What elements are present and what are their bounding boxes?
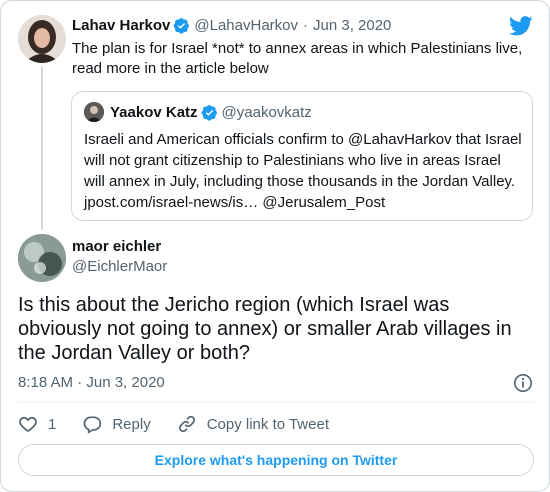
embedded-tweet-card: Lahav Harkov @LahavHarkov · Jun 3, 2020 … — [0, 0, 550, 492]
quoted-tweet-header: Yaakov Katz @yaakovkatz — [84, 102, 312, 122]
header-separator: · — [303, 17, 308, 34]
avatar-yaakov-katz[interactable] — [84, 102, 104, 122]
copy-link-button[interactable]: Copy link to Tweet — [177, 414, 329, 434]
thread-connector-line — [41, 67, 43, 230]
reply-label: Reply — [112, 415, 151, 433]
info-icon[interactable] — [513, 373, 533, 393]
verified-badge-icon — [173, 17, 190, 34]
verified-badge-icon — [201, 104, 218, 121]
reply-button[interactable]: Reply — [82, 414, 151, 434]
parent-date[interactable]: Jun 3, 2020 — [313, 17, 391, 34]
heart-icon — [19, 416, 37, 433]
reply-bubble-icon — [83, 416, 102, 434]
main-display-name[interactable]: maor eichler — [72, 238, 161, 255]
explore-twitter-button[interactable]: Explore what's happening on Twitter — [18, 444, 534, 476]
parent-tweet-header: Lahav Harkov @LahavHarkov · Jun 3, 2020 — [72, 17, 391, 34]
quoted-tweet[interactable]: Yaakov Katz @yaakovkatz Israeli and Amer… — [71, 91, 533, 221]
like-button[interactable]: 1 — [18, 414, 56, 434]
main-tweet-text: Is this about the Jericho region (which … — [18, 294, 512, 364]
link-icon — [178, 415, 195, 433]
avatar-maor-eichler[interactable] — [18, 234, 66, 282]
avatar-lahav-harkov[interactable] — [18, 15, 66, 63]
twitter-bird-icon[interactable] — [508, 15, 533, 37]
divider — [18, 402, 534, 403]
quoted-handle[interactable]: @yaakovkatz — [222, 104, 312, 121]
parent-tweet-text: The plan is for Israel *not* to annex ar… — [72, 40, 523, 77]
like-count: 1 — [48, 415, 57, 433]
quoted-tweet-text: Israeli and American officials confirm t… — [84, 131, 522, 211]
parent-handle[interactable]: @LahavHarkov — [194, 17, 298, 34]
main-handle[interactable]: @EichlerMaor — [72, 258, 167, 275]
quoted-display-name[interactable]: Yaakov Katz — [110, 104, 198, 121]
copy-link-label: Copy link to Tweet — [206, 415, 329, 433]
tweet-actions-bar: 1 Reply Copy link to Tweet — [18, 413, 355, 435]
parent-display-name[interactable]: Lahav Harkov — [72, 17, 170, 34]
tweet-timestamp[interactable]: 8:18 AM · Jun 3, 2020 — [18, 374, 165, 391]
